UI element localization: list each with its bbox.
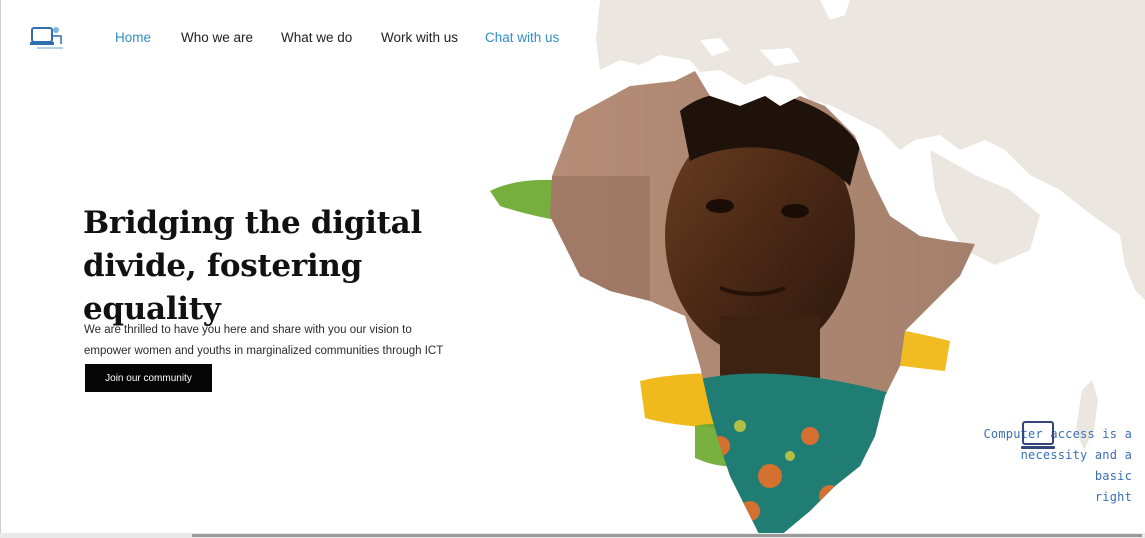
- nav-work-with-us[interactable]: Work with us: [381, 30, 458, 45]
- hero-description: We are thrilled to have you here and sha…: [84, 320, 484, 361]
- nav-who-we-are[interactable]: Who we are: [181, 30, 253, 45]
- nav-home[interactable]: Home: [115, 30, 151, 45]
- hero-title-line1: Bridging the digital: [83, 205, 422, 241]
- computer-logo-icon[interactable]: [29, 24, 65, 52]
- africa-portrait-artwork: [490, 71, 975, 536]
- caption-line1: Computer access is a: [983, 427, 1132, 441]
- landing-page: Home Who we are What we do Work with us …: [0, 0, 1145, 538]
- caption-line3: right: [1094, 490, 1132, 504]
- hero-title: Bridging the digital divide, fostering e…: [83, 202, 503, 331]
- hero-description-line2: empower women and youths in marginalized…: [84, 344, 444, 357]
- window-left-edge: [0, 0, 1, 538]
- laptop-icon: [1021, 421, 1055, 449]
- site-header: Home Who we are What we do Work with us …: [0, 0, 600, 76]
- hero-title-line2: divide, fostering equality: [83, 248, 362, 327]
- nav-chat-with-us[interactable]: Chat with us: [485, 30, 559, 45]
- access-caption: Computer access is a necessity and a bas…: [978, 424, 1132, 508]
- horizontal-scrollbar-thumb[interactable]: [192, 534, 1142, 537]
- nav-what-we-do[interactable]: What we do: [281, 30, 352, 45]
- hero-description-line1: We are thrilled to have you here and sha…: [84, 324, 412, 336]
- join-community-button[interactable]: Join our community: [85, 364, 212, 392]
- caption-line2: necessity and a basic: [1020, 448, 1132, 483]
